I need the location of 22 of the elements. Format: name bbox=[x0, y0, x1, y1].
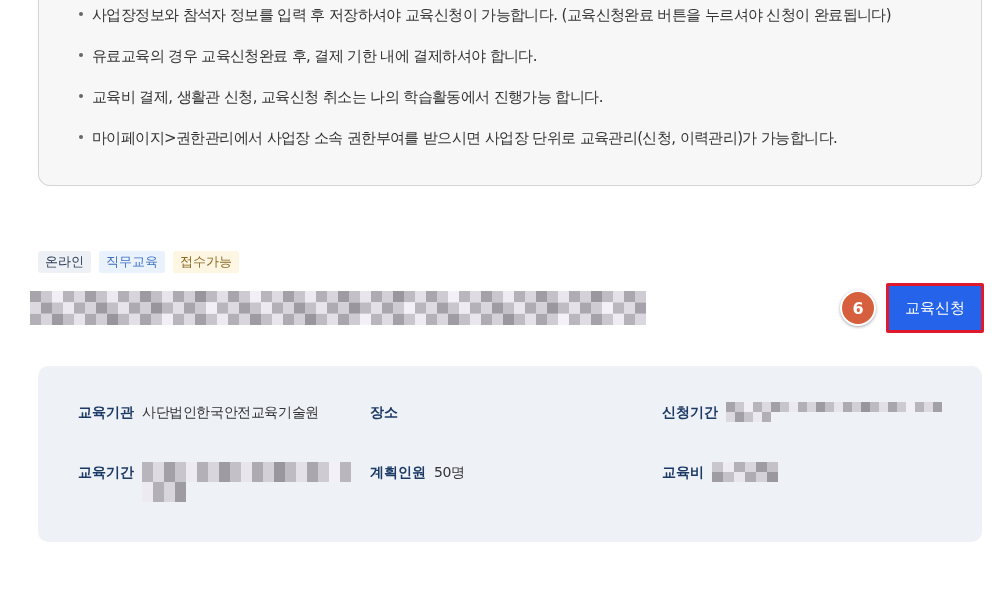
tag: 접수가능 bbox=[173, 251, 239, 273]
field-label: 교육비 bbox=[662, 463, 704, 482]
notice-item: 사업장정보와 참석자 정보를 입력 후 저장하셔야 교육신청이 가능합니다. (교육신청완료 버튼을 누르셔야 신청이 완료됩니다) bbox=[77, 4, 981, 45]
tag: 온라인 bbox=[38, 251, 91, 273]
bullet-icon bbox=[79, 52, 83, 57]
bullet-icon bbox=[79, 93, 83, 98]
field-label: 장소 bbox=[370, 403, 398, 422]
apply-button[interactable]: 교육신청 bbox=[886, 283, 984, 333]
bullet-icon bbox=[79, 11, 83, 16]
tag: 직무교육 bbox=[99, 251, 165, 273]
field-label: 계획인원 bbox=[370, 463, 426, 482]
step-badge: 6 bbox=[840, 290, 876, 326]
notice-item: 교육비 결제, 생활관 신청, 교육신청 취소는 나의 학습활동에서 진행가능 합니다. bbox=[77, 86, 981, 127]
field-value: 50명 bbox=[434, 463, 465, 482]
notice-item: 유료교육의 경우 교육신청완료 후, 결제 기한 내에 결제하셔야 합니다. bbox=[77, 45, 981, 86]
bullet-icon bbox=[79, 134, 83, 139]
field-label: 신청기간 bbox=[662, 403, 718, 422]
field-label: 교육기간 bbox=[78, 463, 134, 482]
notice-item: 마이페이지>권한관리에서 사업장 소속 권한부여를 받으시면 사업장 단위로 교육관리(신청, 이력관리)가 가능합니다. bbox=[77, 127, 981, 168]
field-label: 교육기관 bbox=[78, 403, 134, 422]
pixelated-value-drawing bbox=[712, 462, 778, 482]
field-value: 사단법인한국안전교육기술원 bbox=[142, 403, 319, 422]
